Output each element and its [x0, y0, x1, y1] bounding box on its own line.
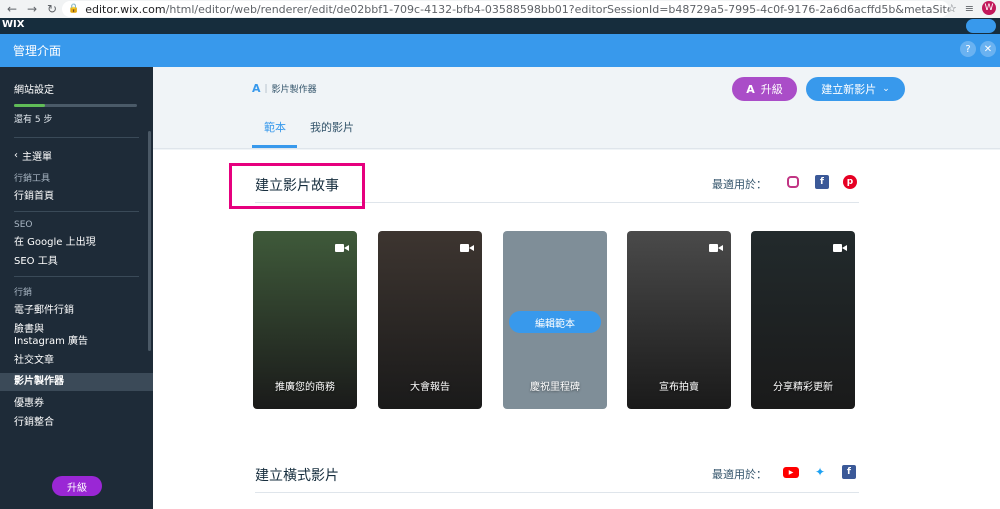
video-camera-icon: [460, 243, 474, 253]
dashboard-title: 管理介面: [13, 44, 62, 58]
upgrade-logo-icon: A: [746, 82, 755, 96]
tab-my-videos[interactable]: 我的影片: [310, 119, 354, 135]
template-card-label: 慶祝里程碑: [530, 382, 580, 393]
chevron-left-icon: ‹: [14, 150, 18, 161]
sidebar-item[interactable]: 行銷首頁: [0, 184, 153, 203]
create-video-label: 建立新影片: [821, 83, 877, 96]
instagram-icon: [787, 176, 799, 188]
sidebar-item[interactable]: 行銷整合: [0, 410, 153, 429]
template-card[interactable]: 編輯範本 慶祝里程碑: [503, 231, 607, 409]
highlight-annotation: [229, 163, 365, 209]
app-name: 影片製作器: [271, 85, 317, 95]
site-setup-title: 網站設定: [14, 85, 54, 96]
address-bar[interactable]: 🔒 editor.wix.com/html/editor/web/rendere…: [62, 1, 949, 17]
close-button[interactable]: ✕: [980, 41, 996, 57]
template-card-label: 大會報告: [410, 382, 450, 393]
sidebar-section-title: 行銷: [14, 288, 33, 298]
sidebar-item[interactable]: 電子郵件行銷: [0, 298, 153, 317]
twitter-icon: ✦: [814, 465, 826, 479]
avatar[interactable]: W: [982, 1, 996, 15]
facebook-icon: f: [842, 465, 856, 479]
main-panel: A | 影片製作器 A 升級 建立新影片 ⌄ 範本 我的影片 建立影片故事 最適…: [153, 67, 1000, 509]
edit-template-button[interactable]: 編輯範本: [509, 311, 601, 333]
reload-icon[interactable]: ↻: [44, 1, 60, 17]
main-menu-label: 主選單: [22, 152, 52, 163]
sidebar-item[interactable]: 優惠券: [0, 391, 153, 410]
sidebar: 網站設定 還有 5 步 ‹ 主選單 行銷工具 行銷首頁 SEO 在 Google 上出…: [0, 67, 153, 509]
wix-logo: WIX: [2, 19, 25, 30]
video-camera-icon: [833, 243, 847, 253]
main-menu-link[interactable]: ‹ 主選單: [0, 138, 153, 163]
lock-icon: 🔒: [68, 4, 80, 14]
template-card[interactable]: 推廣您的商務: [253, 231, 357, 409]
forward-icon[interactable]: →: [24, 1, 40, 17]
create-video-button[interactable]: 建立新影片 ⌄: [806, 77, 905, 101]
youtube-icon: ▶: [783, 467, 799, 478]
template-card-label: 推廣您的商務: [275, 382, 335, 393]
app-logo: A | 影片製作器: [252, 82, 317, 95]
app-header: A | 影片製作器 A 升級 建立新影片 ⌄ 範本 我的影片: [153, 67, 1000, 149]
sidebar-section-title: SEO: [14, 220, 33, 230]
setup-progress: [14, 104, 137, 107]
pinterest-icon: p: [843, 175, 857, 189]
upgrade-label: 升級: [760, 83, 783, 96]
video-camera-icon: [709, 243, 723, 253]
editor-topbar: WIX: [0, 18, 1000, 34]
tab-templates[interactable]: 範本: [264, 119, 286, 135]
sidebar-item[interactable]: 臉書與 Instagram 廣告: [0, 317, 153, 348]
chevron-down-icon: ⌄: [882, 84, 890, 94]
back-icon[interactable]: ←: [4, 1, 20, 17]
facebook-icon: f: [815, 175, 829, 189]
help-button[interactable]: ?: [960, 41, 976, 57]
video-maker-logo-icon: A: [252, 82, 261, 95]
sidebar-item[interactable]: 在 Google 上出現: [0, 230, 153, 249]
template-card-label: 宣布拍賣: [659, 382, 699, 393]
video-camera-icon: [335, 243, 349, 253]
sidebar-item[interactable]: SEO 工具: [0, 249, 153, 268]
upgrade-button[interactable]: A 升級: [732, 77, 797, 101]
templates-content: 建立影片故事 最適用於： f p 推廣您的商務 大會報告 編輯範本 慶祝里程碑 宣布拍賣…: [153, 150, 1000, 509]
template-card[interactable]: 宣布拍賣: [627, 231, 731, 409]
setup-progress-fill: [14, 104, 45, 107]
best-for-label: 最適用於：: [712, 468, 767, 481]
site-setup[interactable]: 網站設定 還有 5 步: [0, 67, 153, 125]
sidebar-item[interactable]: 影片製作器: [0, 373, 153, 391]
best-for-label: 最適用於：: [712, 178, 767, 191]
tab-indicator: [252, 145, 297, 148]
section-landscape: 建立橫式影片 最適用於： ▶ ✦ f: [255, 453, 859, 493]
publish-pill[interactable]: [966, 19, 996, 33]
sidebar-item[interactable]: 社交文章: [0, 348, 153, 367]
star-icon[interactable]: ☆: [947, 2, 957, 15]
template-card[interactable]: 大會報告: [378, 231, 482, 409]
sidebar-scrollbar[interactable]: [148, 131, 151, 351]
sidebar-section-title: 行銷工具: [14, 174, 51, 184]
template-card[interactable]: 分享精彩更新: [751, 231, 855, 409]
template-card-label: 分享精彩更新: [773, 382, 833, 393]
sidebar-upgrade-button[interactable]: 升級: [52, 476, 102, 496]
dashboard-header: 管理介面 ? ✕: [0, 34, 1000, 67]
section-title: 建立橫式影片: [255, 468, 339, 484]
steps-left: 還有 5 步: [14, 115, 53, 125]
browser-toolbar: ← → ↻ 🔒 editor.wix.com/html/editor/web/r…: [0, 0, 1000, 18]
extension-icon[interactable]: ≡: [965, 2, 974, 15]
